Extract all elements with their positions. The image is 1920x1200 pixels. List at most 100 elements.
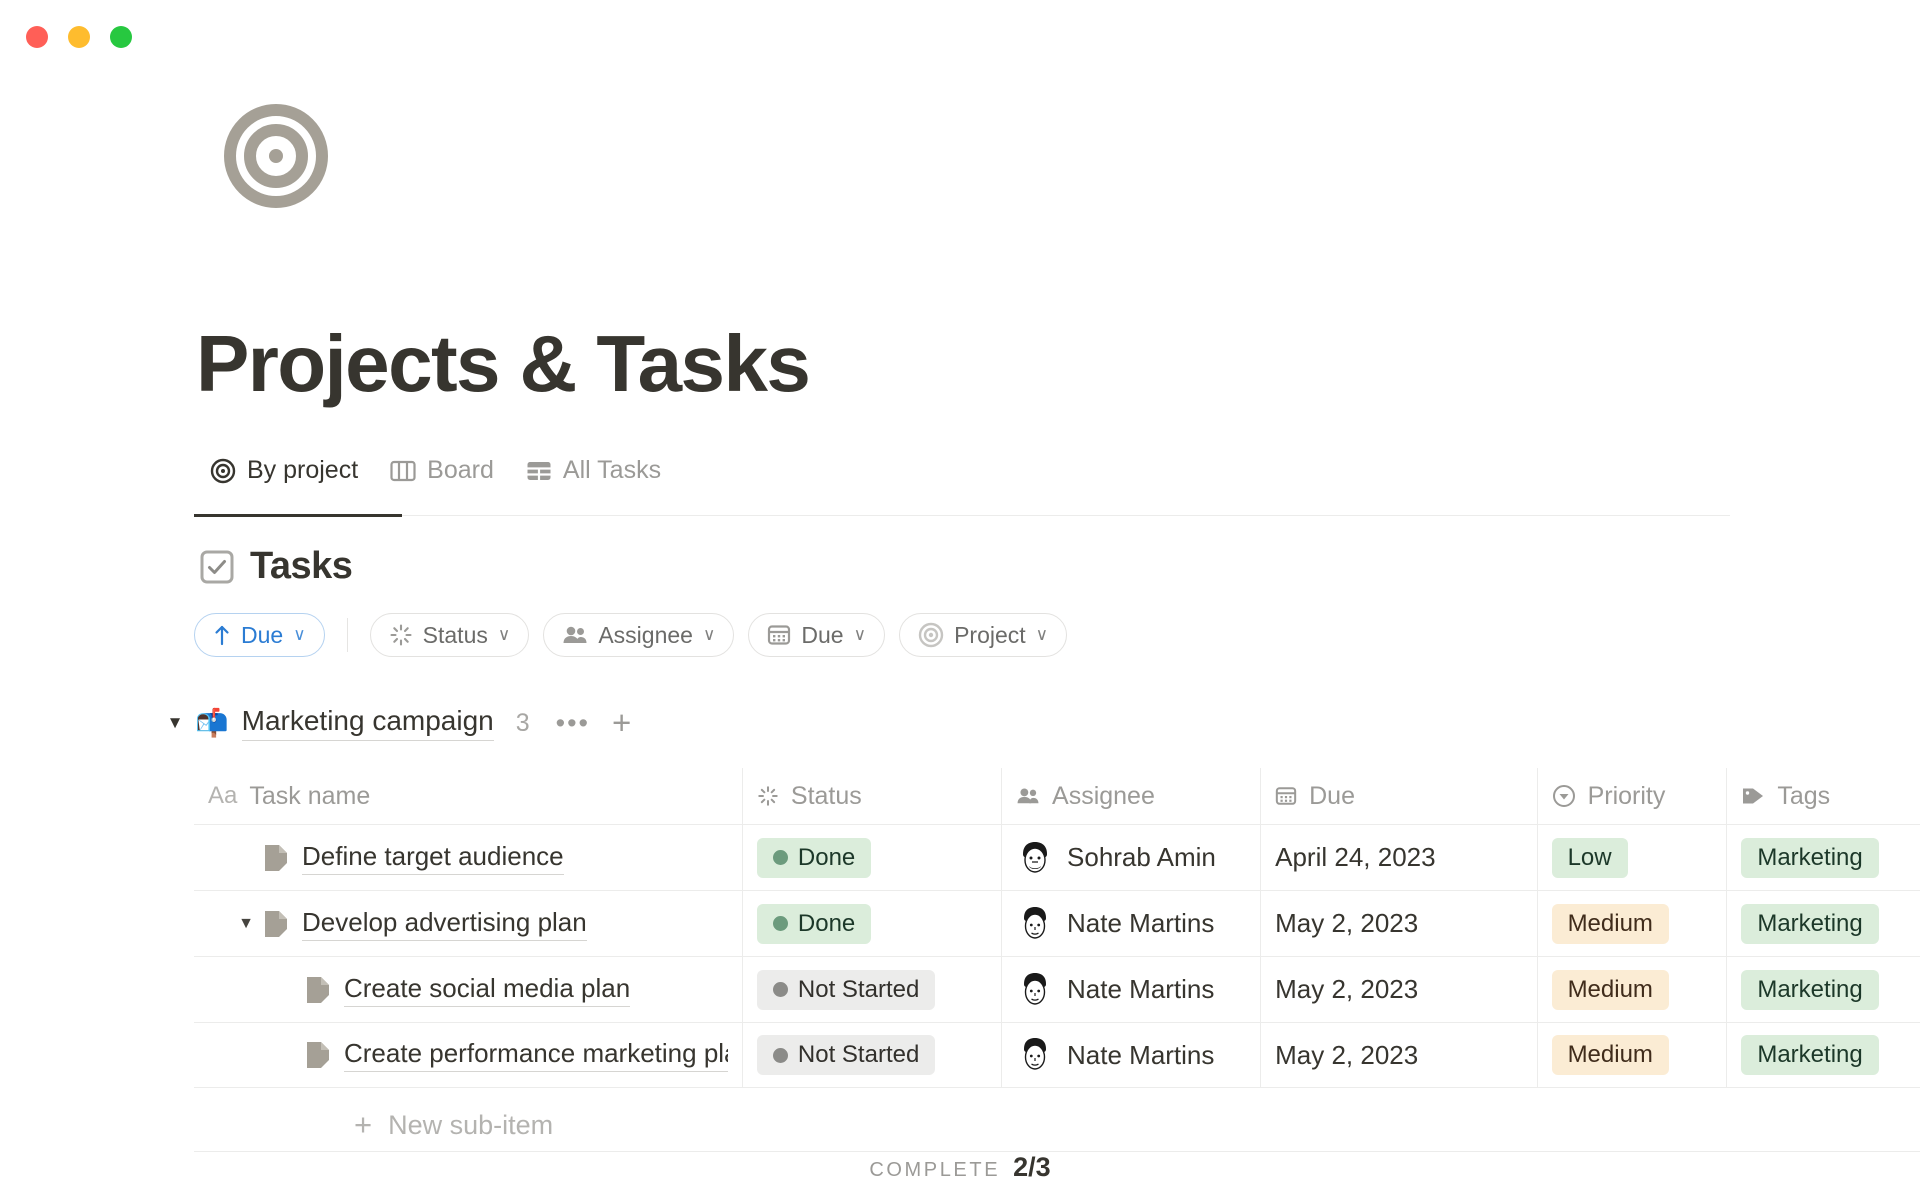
filter-pill-status[interactable]: Status ∨	[369, 613, 530, 657]
group-count: 3	[515, 708, 530, 737]
view-tabs: By project Board All Tasks	[194, 452, 677, 501]
table-row[interactable]: Create social media plan Not Started Nat…	[194, 956, 1920, 1022]
calendar-icon	[1275, 785, 1297, 807]
filter-pill-label: Project	[954, 621, 1026, 648]
active-tab-underline	[194, 514, 402, 517]
filter-pill-due[interactable]: Due ∨	[748, 613, 886, 657]
cell-tags[interactable]: Marketing	[1726, 891, 1920, 956]
chevron-down-icon: ∨	[1035, 625, 1049, 644]
avatar	[1016, 904, 1055, 943]
footer-progress: COMPLETE 2/3	[0, 1152, 1920, 1183]
status-badge: Done	[756, 837, 872, 878]
cell-assignee[interactable]: Nate Martins	[1001, 891, 1260, 956]
column-label: Priority	[1587, 781, 1666, 810]
group-name[interactable]: Marketing campaign	[241, 705, 494, 741]
status-dot-icon	[772, 1047, 788, 1063]
table-row[interactable]: Create performance marketing plan Not St…	[194, 1022, 1920, 1088]
priority-circle-icon	[1552, 784, 1576, 808]
filter-pill-assignee[interactable]: Assignee ∨	[543, 613, 735, 657]
subitem-expand-toggle[interactable]: ▼	[228, 915, 264, 933]
status-badge: Done	[756, 903, 872, 944]
chevron-down-icon: ∨	[497, 625, 511, 644]
filter-pill-label: Due	[801, 621, 844, 648]
spinner-icon	[757, 785, 779, 807]
group-header-marketing-campaign: ▼ 📬 Marketing campaign 3 ••• +	[155, 705, 631, 741]
filter-pill-label: Assignee	[598, 621, 693, 648]
board-columns-icon	[390, 459, 416, 483]
sort-pill-due[interactable]: Due ∨	[194, 613, 325, 657]
column-header-assignee[interactable]: Assignee	[1001, 768, 1260, 824]
cell-task-name[interactable]: ▼ Develop advertising plan	[194, 891, 742, 956]
status-badge: Not Started	[756, 969, 936, 1010]
priority-badge: Medium	[1551, 969, 1669, 1010]
cell-assignee[interactable]: Sohrab Amin	[1001, 825, 1260, 890]
cell-status[interactable]: Not Started	[741, 1023, 1001, 1087]
arrow-up-icon	[213, 624, 231, 646]
column-label: Status	[790, 781, 862, 810]
cell-status[interactable]: Done	[741, 825, 1001, 890]
cell-tags[interactable]: Marketing	[1726, 825, 1920, 890]
assignee-name: Nate Martins	[1067, 908, 1215, 938]
column-header-due[interactable]: Due	[1260, 768, 1536, 824]
cell-priority[interactable]: Medium	[1536, 957, 1727, 1022]
cell-priority[interactable]: Low	[1536, 825, 1727, 890]
filter-pill-project[interactable]: Project ∨	[899, 613, 1068, 657]
cell-task-name[interactable]: Create performance marketing plan	[194, 1023, 742, 1087]
cell-due[interactable]: May 2, 2023	[1260, 1023, 1536, 1087]
cell-priority[interactable]: Medium	[1536, 891, 1727, 956]
app-window: Projects & Tasks By project Board All Ta…	[0, 0, 1920, 1200]
cell-due[interactable]: May 2, 2023	[1260, 957, 1536, 1022]
avatar	[1016, 970, 1055, 1009]
cell-assignee[interactable]: Nate Martins	[1001, 1023, 1260, 1087]
priority-badge: Low	[1551, 837, 1628, 878]
task-name-link[interactable]: Create social media plan	[344, 973, 631, 1007]
column-header-tags[interactable]: Tags	[1726, 768, 1920, 824]
table-row[interactable]: ▼ Develop advertising plan Done Nate Mar…	[194, 890, 1920, 956]
cell-status[interactable]: Done	[741, 891, 1001, 956]
tab-board[interactable]: Board	[374, 452, 510, 501]
column-header-status[interactable]: Status	[741, 768, 1001, 824]
status-label: Not Started	[797, 975, 920, 1003]
cell-tags[interactable]: Marketing	[1726, 957, 1920, 1022]
due-date: April 24, 2023	[1275, 842, 1436, 872]
tab-all-tasks[interactable]: All Tasks	[510, 452, 677, 501]
assignee-name: Sohrab Amin	[1067, 842, 1216, 872]
cell-priority[interactable]: Medium	[1536, 1023, 1727, 1087]
target-icon	[224, 104, 328, 208]
tab-by-project[interactable]: By project	[194, 452, 374, 501]
tasks-table: Aa Task name Status Assignee Due Priorit…	[194, 768, 1920, 1088]
status-label: Not Started	[797, 1041, 920, 1068]
tag-badge: Marketing	[1741, 1035, 1879, 1075]
table-row[interactable]: Define target audience Done Sohrab Amin …	[194, 824, 1920, 890]
cell-task-name[interactable]: Create social media plan	[194, 957, 742, 1022]
tabs-divider	[194, 515, 1730, 516]
task-name-link[interactable]: Develop advertising plan	[302, 907, 587, 941]
tag-badge: Marketing	[1741, 903, 1879, 944]
target-icon	[918, 622, 944, 648]
column-header-task-name[interactable]: Aa Task name	[194, 768, 742, 824]
cell-task-name[interactable]: Define target audience	[194, 825, 742, 890]
cell-due[interactable]: May 2, 2023	[1260, 891, 1536, 956]
group-add-button[interactable]: +	[612, 706, 631, 739]
priority-badge: Medium	[1551, 903, 1669, 944]
group-more-button[interactable]: •••	[556, 709, 590, 736]
column-label: Task name	[249, 781, 371, 810]
tab-label: All Tasks	[562, 456, 662, 484]
task-name-link[interactable]: Create performance marketing plan	[344, 1038, 728, 1072]
status-dot-icon	[772, 850, 788, 865]
cell-status[interactable]: Not Started	[741, 957, 1001, 1022]
cell-tags[interactable]: Marketing	[1726, 1023, 1920, 1087]
page-content: Projects & Tasks By project Board All Ta…	[0, 0, 1920, 1200]
task-name-link[interactable]: Define target audience	[302, 841, 564, 875]
column-header-priority[interactable]: Priority	[1536, 768, 1727, 824]
cell-assignee[interactable]: Nate Martins	[1001, 957, 1260, 1022]
tag-icon	[1741, 785, 1765, 807]
new-subitem-row[interactable]: + New sub-item	[194, 1100, 1920, 1152]
table-header-row: Aa Task name Status Assignee Due Priorit…	[194, 768, 1920, 824]
footer-value: 2/3	[1013, 1152, 1051, 1182]
plus-icon: +	[354, 1107, 373, 1143]
chevron-down-icon: ∨	[293, 625, 306, 644]
filter-pill-label: Status	[422, 621, 488, 648]
group-collapse-toggle[interactable]: ▼	[155, 713, 195, 733]
cell-due[interactable]: April 24, 2023	[1260, 825, 1536, 890]
